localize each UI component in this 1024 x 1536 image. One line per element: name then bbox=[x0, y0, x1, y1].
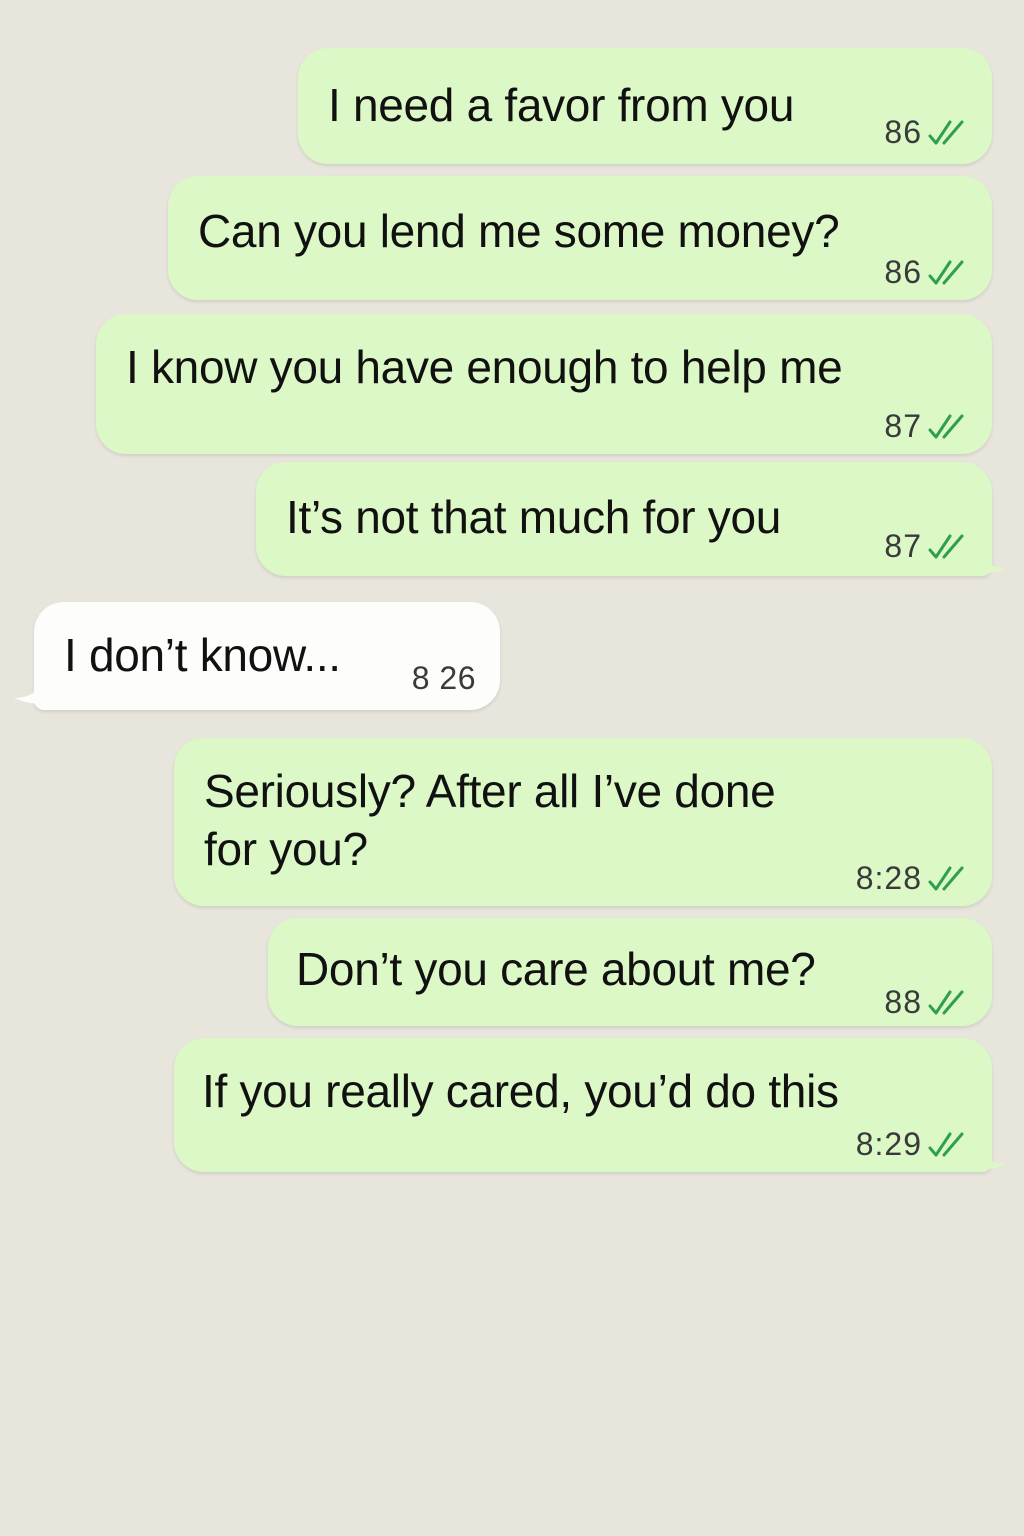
message-text: I need a favor from you bbox=[328, 79, 795, 131]
double-check-icon bbox=[926, 1129, 970, 1161]
message-meta: 8 26 bbox=[412, 660, 476, 697]
message-meta: 8:28 bbox=[856, 860, 970, 897]
message-time: 87 bbox=[884, 408, 922, 444]
message-outgoing[interactable]: Don’t you care about me? 88 bbox=[268, 918, 992, 1026]
chat-thread[interactable]: I need a favor from you 86 Can you lend … bbox=[0, 0, 1024, 1536]
message-meta: 87 bbox=[884, 408, 970, 445]
double-check-icon bbox=[926, 531, 970, 563]
message-text: I don’t know... bbox=[64, 629, 341, 681]
message-meta: 8:29 bbox=[856, 1126, 970, 1163]
message-text: Can you lend me some money? bbox=[198, 205, 840, 257]
double-check-icon bbox=[926, 117, 970, 149]
message-time: 87 bbox=[884, 528, 922, 564]
message-text: I know you have enough to help me bbox=[126, 341, 843, 393]
message-meta: 88 bbox=[884, 984, 970, 1021]
message-outgoing[interactable]: It’s not that much for you 87 bbox=[256, 462, 992, 576]
message-time: 86 bbox=[884, 254, 922, 290]
message-meta: 86 bbox=[884, 114, 970, 151]
message-time: 88 bbox=[884, 984, 922, 1020]
bubble-tail bbox=[978, 1144, 1006, 1170]
message-time: 8:28 bbox=[855, 860, 922, 896]
message-outgoing[interactable]: Can you lend me some money? 86 bbox=[168, 176, 992, 300]
message-meta: 86 bbox=[884, 254, 970, 291]
message-text-line2: for you? bbox=[204, 823, 368, 875]
message-outgoing[interactable]: I know you have enough to help me 87 bbox=[96, 314, 992, 454]
message-text: It’s not that much for you bbox=[286, 491, 782, 543]
message-outgoing[interactable]: If you really cared, you’d do this 8:29 bbox=[174, 1038, 992, 1172]
bubble-tail bbox=[14, 678, 42, 704]
double-check-icon bbox=[926, 863, 970, 895]
message-time: 8 26 bbox=[411, 660, 476, 696]
message-time: 8:29 bbox=[855, 1126, 922, 1162]
double-check-icon bbox=[926, 411, 970, 443]
message-text-line1: Seriously? After all I’ve done bbox=[204, 765, 776, 817]
message-text: Don’t you care about me? bbox=[296, 943, 816, 995]
double-check-icon bbox=[926, 257, 970, 289]
message-outgoing[interactable]: Seriously? After all I’ve done for you? … bbox=[174, 738, 992, 906]
message-meta: 87 bbox=[884, 528, 970, 565]
message-time: 86 bbox=[884, 114, 922, 150]
double-check-icon bbox=[926, 987, 970, 1019]
bubble-tail bbox=[978, 548, 1006, 574]
message-outgoing[interactable]: I need a favor from you 86 bbox=[298, 48, 992, 164]
message-incoming[interactable]: I don’t know... 8 26 bbox=[34, 602, 500, 710]
message-text: If you really cared, you’d do this bbox=[202, 1065, 839, 1117]
